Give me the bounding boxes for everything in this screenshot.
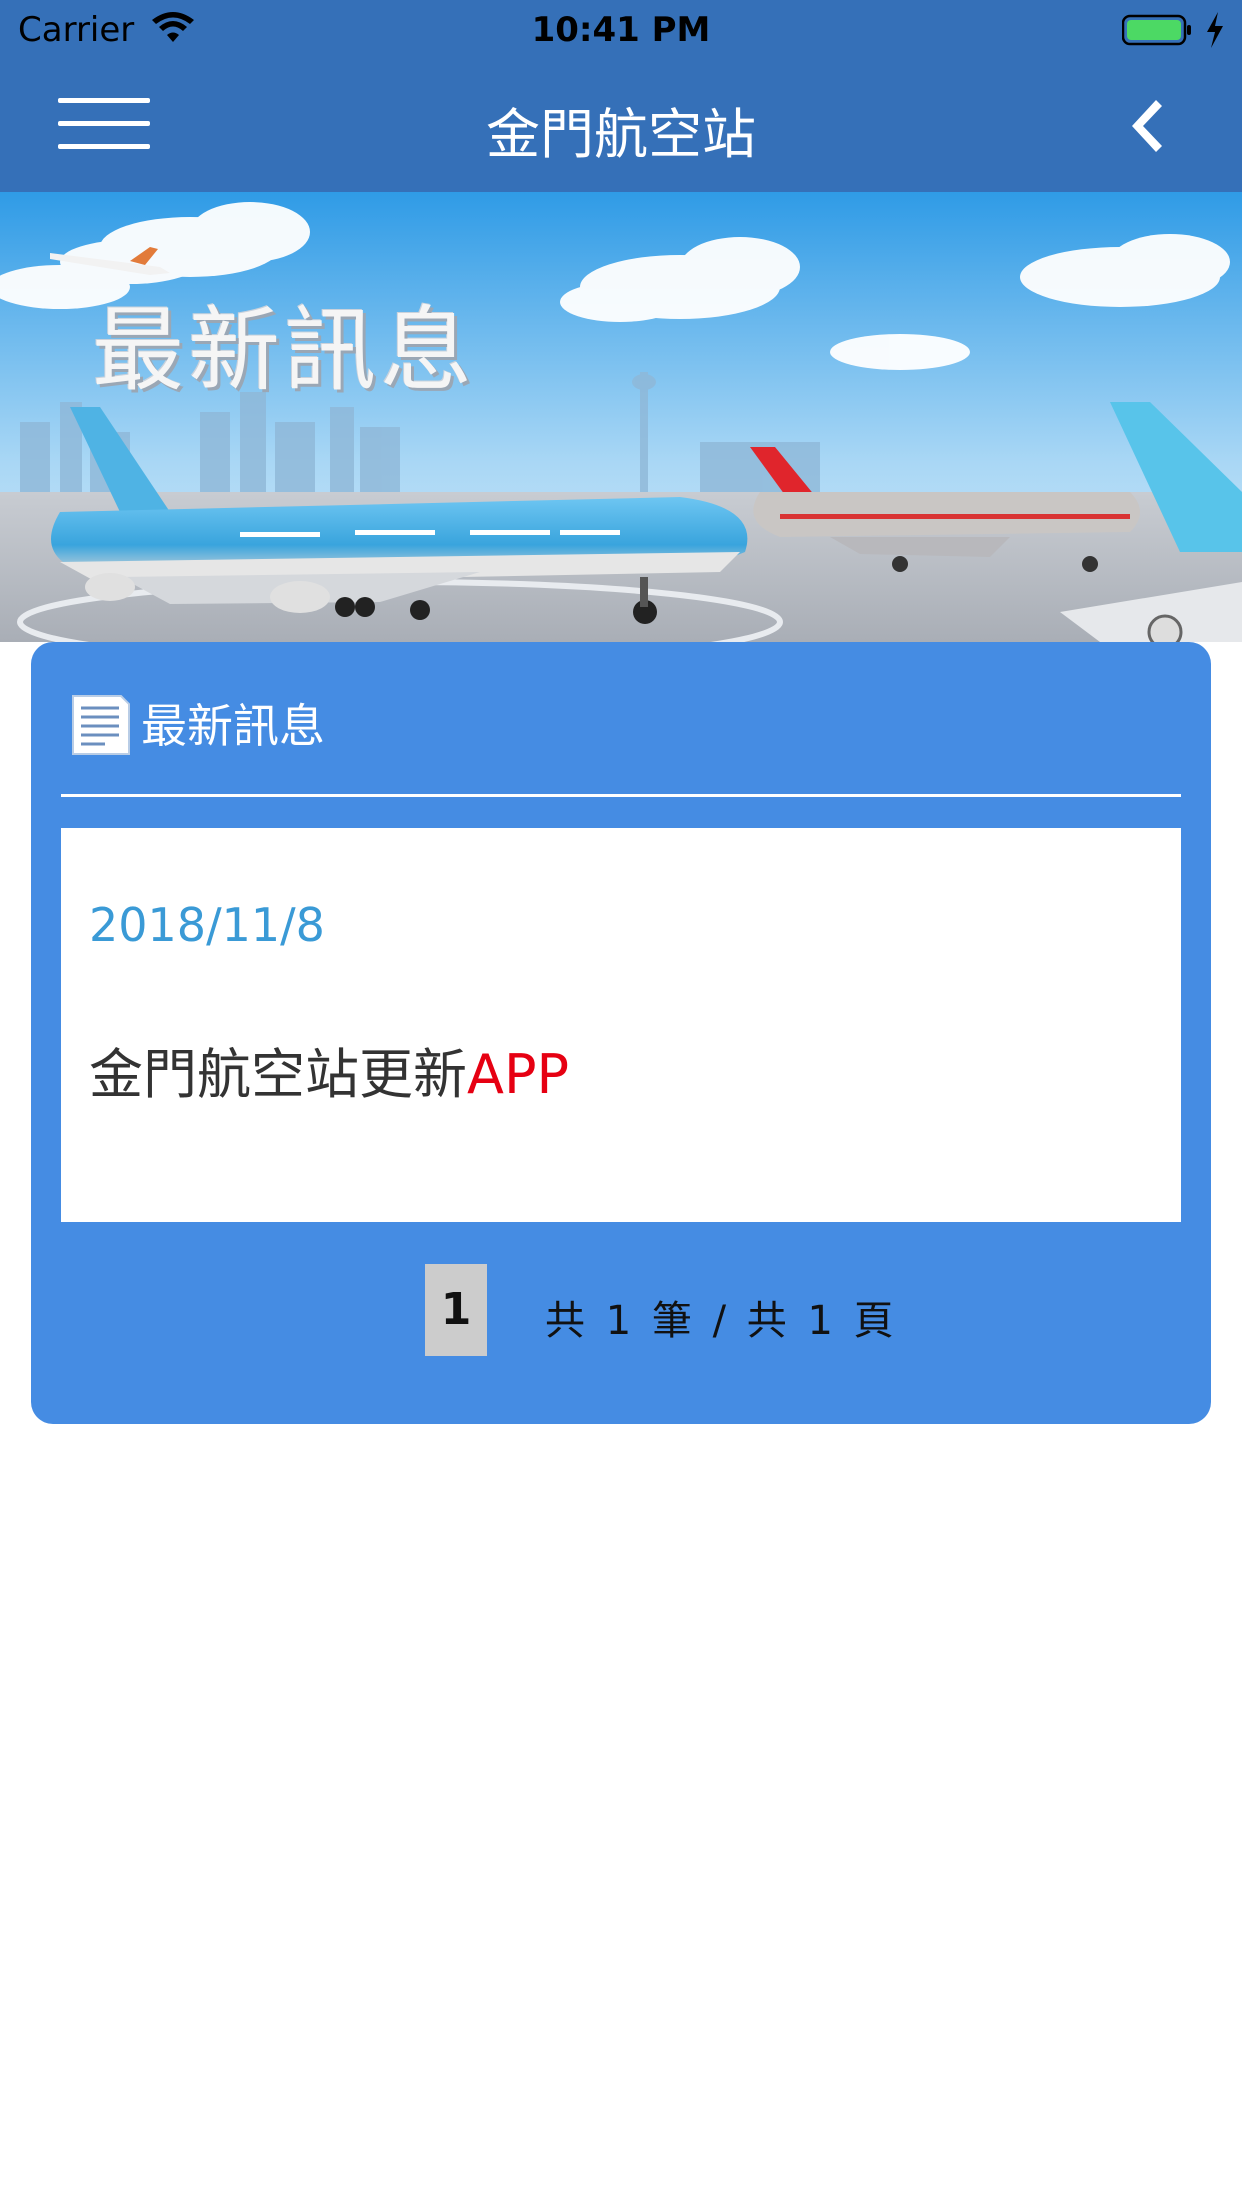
page-button-current[interactable]: 1 <box>425 1264 487 1356</box>
news-card: 最新訊息 2018/11/8 金門航空站更新APP 1 共 1 筆 / 共 1 … <box>31 642 1211 1424</box>
pagination-summary: 共 1 筆 / 共 1 頁 <box>545 1298 898 1344</box>
news-title-link[interactable]: 金門航空站更新APP <box>89 1030 569 1109</box>
news-title-text: 金門航空站更新 <box>89 1043 467 1106</box>
news-list: 2018/11/8 金門航空站更新APP <box>61 828 1181 1222</box>
page-title: 金門航空站 <box>486 103 756 166</box>
airport-illustration <box>0 192 1242 642</box>
nav-bar: 金門航空站 <box>0 60 1242 192</box>
banner-title: 最新訊息 <box>92 297 477 404</box>
news-date: 2018/11/8 <box>89 898 325 952</box>
document-icon <box>72 695 130 755</box>
clock-time: 10:41 PM <box>531 10 711 50</box>
chevron-left-icon[interactable] <box>1116 96 1168 156</box>
battery-icon <box>1122 14 1191 46</box>
hero-banner: 最新訊息 <box>0 192 1242 642</box>
section-title: 最新訊息 <box>141 699 325 753</box>
section-divider <box>61 794 1181 797</box>
charging-bolt-icon <box>1207 12 1223 48</box>
status-bar: Carrier 10:41 PM <box>0 0 1242 60</box>
pagination: 1 共 1 筆 / 共 1 頁 <box>31 1264 1211 1360</box>
news-title-highlight: APP <box>467 1043 570 1106</box>
